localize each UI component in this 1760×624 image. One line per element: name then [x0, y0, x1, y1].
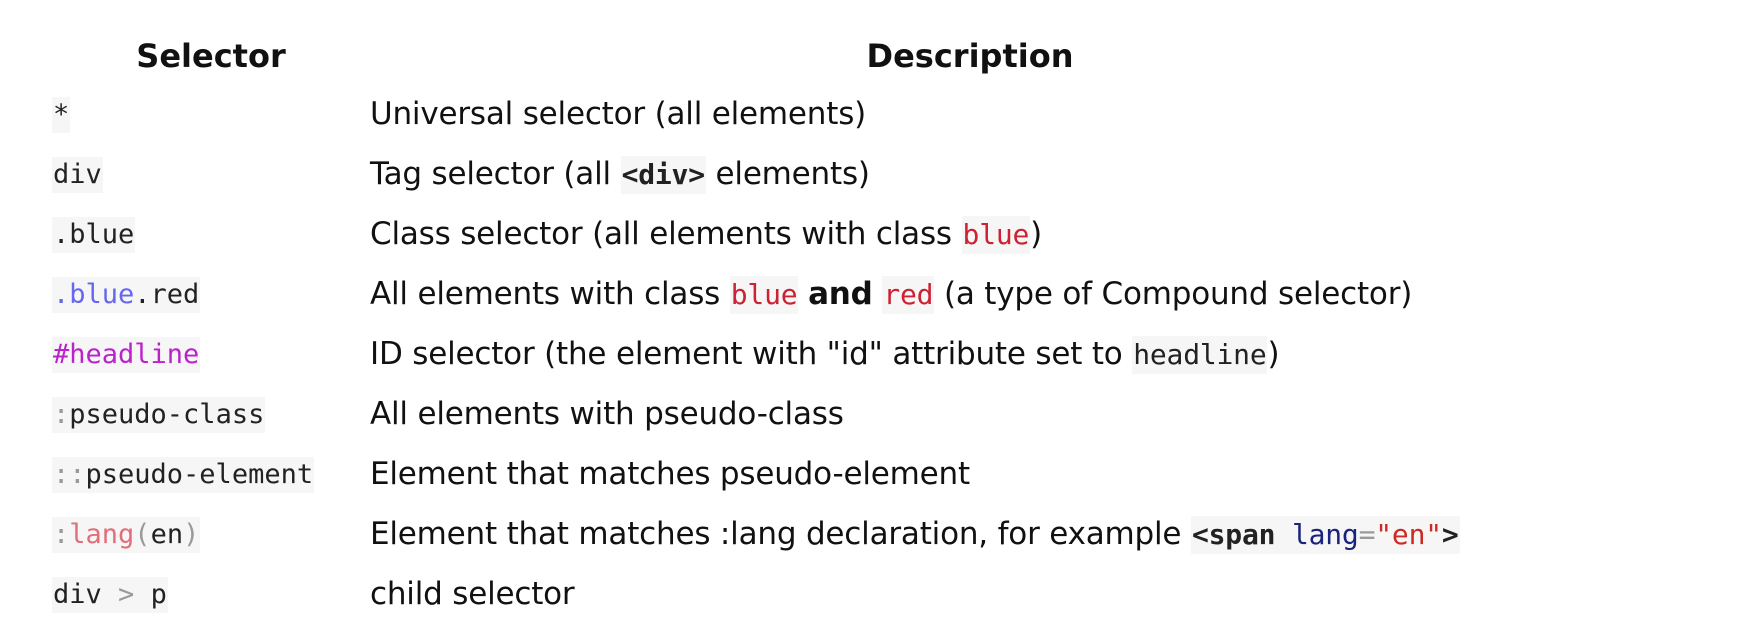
selector-argument: en — [150, 518, 184, 550]
description-text: ID selector (the element with "id" attri… — [370, 336, 1133, 372]
code-attribute-name: lang — [1291, 518, 1359, 551]
inline-code-id-value: headline — [1132, 336, 1268, 374]
inline-code-div-tag: <div> — [620, 156, 706, 194]
description-text: (a type of Compound selector) — [943, 276, 1413, 312]
description-cell: Element that matches :lang declaration, … — [370, 504, 1570, 564]
description-text: child selector — [370, 576, 575, 612]
inline-code-class-name: blue — [729, 276, 799, 314]
selector-punctuation: : — [53, 518, 70, 550]
selector-class-part: .red — [134, 278, 200, 310]
selector-cell: :pseudo-class — [52, 384, 370, 444]
selector-code: ::pseudo-element — [52, 456, 315, 493]
selector-code: div — [52, 156, 103, 193]
selector-tag: p — [150, 578, 167, 610]
table-row: .blue Class selector (all elements with … — [52, 204, 1570, 264]
selector-code: :pseudo-class — [52, 396, 266, 433]
code-attribute-value: "en" — [1375, 518, 1442, 551]
table-header-row: Selector Description — [52, 28, 1570, 84]
selector-name: pseudo-class — [69, 398, 265, 430]
selector-cell: .blue — [52, 204, 370, 264]
selector-code: #headline — [52, 336, 201, 373]
table-row: div > p child selector — [52, 564, 1570, 624]
selector-punctuation: ( — [134, 518, 151, 550]
description-text: ) — [1030, 216, 1043, 252]
selector-tag: div — [53, 578, 102, 610]
selector-cell: .blue.red — [52, 264, 370, 324]
selector-punctuation: : — [53, 398, 70, 430]
selector-reference-table-container: Selector Description * Universal selecto… — [52, 28, 1570, 624]
description-emphasis: and — [808, 276, 873, 312]
inline-code-class-name: blue — [961, 216, 1031, 254]
table-row: :pseudo-class All elements with pseudo-c… — [52, 384, 1570, 444]
description-text: All elements with class — [370, 276, 730, 312]
selector-cell: div — [52, 144, 370, 204]
selector-code: div > p — [52, 576, 168, 613]
selector-punctuation: ) — [183, 518, 200, 550]
selector-cell: #headline — [52, 324, 370, 384]
table-row: div Tag selector (all <div> elements) — [52, 144, 1570, 204]
code-equals: = — [1358, 518, 1376, 551]
description-cell: Element that matches pseudo-element — [370, 444, 1570, 504]
selector-class-part: .blue — [53, 278, 135, 310]
description-text: Class selector (all elements with class — [370, 216, 962, 252]
selector-cell: * — [52, 84, 370, 144]
table-row: ::pseudo-element Element that matches ps… — [52, 444, 1570, 504]
description-text: Tag selector (all — [370, 156, 621, 192]
description-cell: Class selector (all elements with class … — [370, 204, 1570, 264]
selector-code: .blue — [52, 216, 136, 253]
description-cell: child selector — [370, 564, 1570, 624]
description-cell: Universal selector (all elements) — [370, 84, 1570, 144]
selector-code: * — [52, 96, 71, 133]
description-text: elements) — [705, 156, 870, 192]
description-cell: ID selector (the element with "id" attri… — [370, 324, 1570, 384]
selector-code: .blue.red — [52, 276, 201, 313]
description-text: Element that matches pseudo-element — [370, 456, 970, 492]
selector-name: lang — [69, 518, 135, 550]
description-text: ) — [1267, 336, 1280, 372]
header-description: Description — [866, 37, 1074, 75]
table-row: .blue.red All elements with class blue a… — [52, 264, 1570, 324]
table-row: :lang(en) Element that matches :lang dec… — [52, 504, 1570, 564]
selector-punctuation: :: — [53, 458, 86, 490]
code-tag-close: > — [1441, 518, 1459, 551]
selector-reference-table: Selector Description * Universal selecto… — [52, 28, 1570, 624]
selector-cell: div > p — [52, 564, 370, 624]
table-row: * Universal selector (all elements) — [52, 84, 1570, 144]
selector-code: :lang(en) — [52, 516, 201, 553]
description-cell: All elements with class blue and red (a … — [370, 264, 1570, 324]
description-cell: Tag selector (all <div> elements) — [370, 144, 1570, 204]
description-text: All elements with pseudo-class — [370, 396, 844, 432]
inline-code-span-example: <span lang="en"> — [1190, 516, 1460, 554]
code-tag-open: <span — [1191, 518, 1276, 551]
description-cell: All elements with pseudo-class — [370, 384, 1570, 444]
selector-cell: :lang(en) — [52, 504, 370, 564]
selector-combinator: > — [118, 578, 135, 610]
header-selector: Selector — [136, 37, 286, 75]
description-text: Element that matches :lang declaration, … — [370, 516, 1191, 552]
inline-code-class-name: red — [882, 276, 935, 314]
description-text: Universal selector (all elements) — [370, 96, 867, 132]
table-row: #headline ID selector (the element with … — [52, 324, 1570, 384]
selector-name: pseudo-element — [85, 458, 314, 490]
selector-cell: ::pseudo-element — [52, 444, 370, 504]
